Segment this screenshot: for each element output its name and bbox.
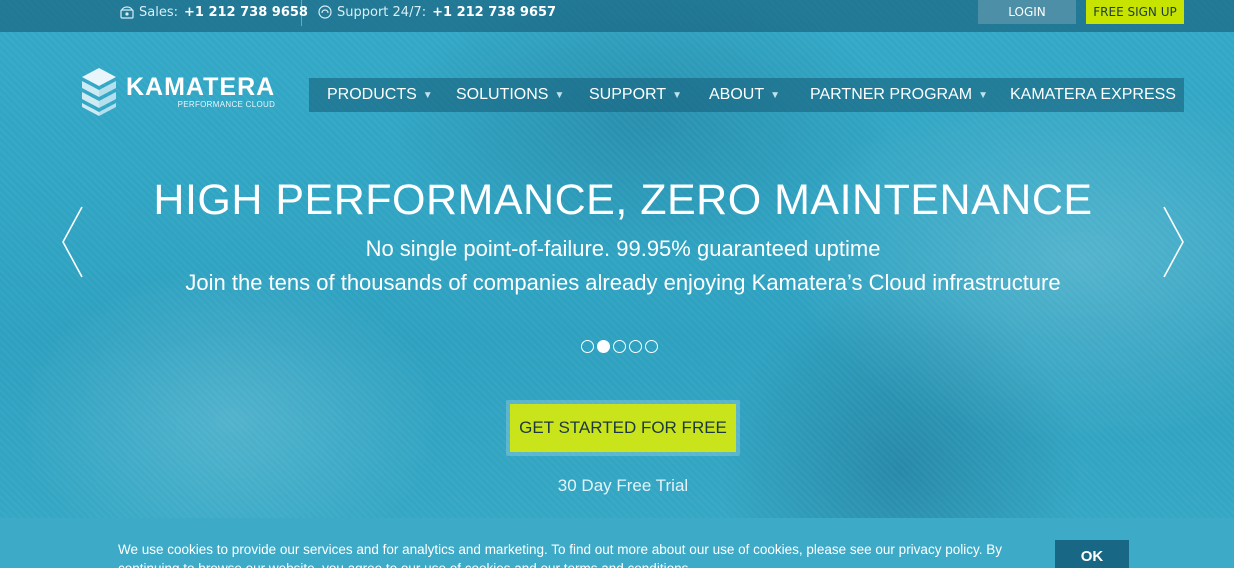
sales-label: Sales:: [139, 4, 178, 20]
slider-dot[interactable]: [613, 340, 626, 353]
slider-dot[interactable]: [581, 340, 594, 353]
caret-down-icon: ▼: [672, 89, 682, 101]
nav-item-label: PRODUCTS: [327, 86, 417, 103]
slider-dot[interactable]: [645, 340, 658, 353]
hero-subline-uptime: No single point-of-failure. 99.95% guara…: [365, 236, 881, 261]
nav-item-partner-program[interactable]: PARTNER PROGRAM ▼: [810, 78, 988, 112]
sales-contact: Sales: +1 212 738 9658: [120, 0, 308, 24]
nav-item-label: KAMATERA EXPRESS: [1010, 86, 1176, 103]
cookie-ok-button[interactable]: OK: [1055, 540, 1129, 568]
login-button[interactable]: LOGIN: [978, 0, 1076, 24]
top-bar: Sales: +1 212 738 9658 Support 24/7: +1 …: [0, 0, 1234, 32]
kamatera-logo[interactable]: KAMATERA PERFORMANCE CLOUD: [80, 66, 275, 118]
logo-tagline: PERFORMANCE CLOUD: [177, 100, 276, 109]
nav-item-products[interactable]: PRODUCTS ▼: [327, 78, 433, 112]
main-nav: PRODUCTS ▼ SOLUTIONS ▼ SUPPORT ▼ ABOUT ▼…: [309, 78, 1184, 112]
slider-dot-active[interactable]: [597, 340, 610, 353]
caret-down-icon: ▼: [770, 89, 781, 101]
trial-caption: 30 Day Free Trial: [557, 476, 689, 495]
nav-item-solutions[interactable]: SOLUTIONS ▼: [456, 78, 564, 112]
slider-dots: [581, 340, 658, 353]
cookie-banner-text: We use cookies to provide our services a…: [118, 542, 1002, 568]
nav-item-kamatera-express[interactable]: KAMATERA EXPRESS: [1010, 78, 1176, 112]
phone-icon: [120, 6, 134, 19]
nav-item-label: PARTNER PROGRAM: [810, 86, 973, 103]
caret-down-icon: ▼: [422, 89, 433, 101]
nav-item-label: ABOUT: [709, 86, 765, 103]
sales-phone[interactable]: +1 212 738 9658: [184, 5, 308, 20]
nav-item-label: SUPPORT: [589, 86, 667, 103]
caret-down-icon: ▼: [554, 89, 565, 101]
free-signup-button[interactable]: FREE SIGN UP: [1086, 0, 1184, 24]
hero-subline-companies: Join the tens of thousands of companies …: [185, 270, 1061, 295]
get-started-button[interactable]: GET STARTED FOR FREE: [510, 404, 736, 452]
support-contact: Support 24/7: +1 212 738 9657: [318, 0, 556, 24]
hero-headline: HIGH PERFORMANCE, ZERO MAINTENANCE: [153, 176, 1093, 224]
slider-dot[interactable]: [629, 340, 642, 353]
headset-icon: [318, 5, 332, 19]
logo-text: KAMATERA PERFORMANCE CLOUD: [126, 74, 275, 110]
support-label: Support 24/7:: [337, 4, 427, 20]
cookie-banner: We use cookies to provide our services a…: [0, 518, 1234, 568]
nav-item-support[interactable]: SUPPORT ▼: [589, 78, 682, 112]
kamatera-logo-mark-icon: [82, 68, 116, 116]
topbar-divider: [301, 0, 302, 26]
caret-down-icon: ▼: [978, 89, 988, 101]
support-phone[interactable]: +1 212 738 9657: [432, 5, 556, 20]
nav-item-about[interactable]: ABOUT ▼: [709, 78, 780, 112]
logo-name: KAMATERA: [126, 73, 276, 101]
nav-item-label: SOLUTIONS: [456, 86, 549, 103]
